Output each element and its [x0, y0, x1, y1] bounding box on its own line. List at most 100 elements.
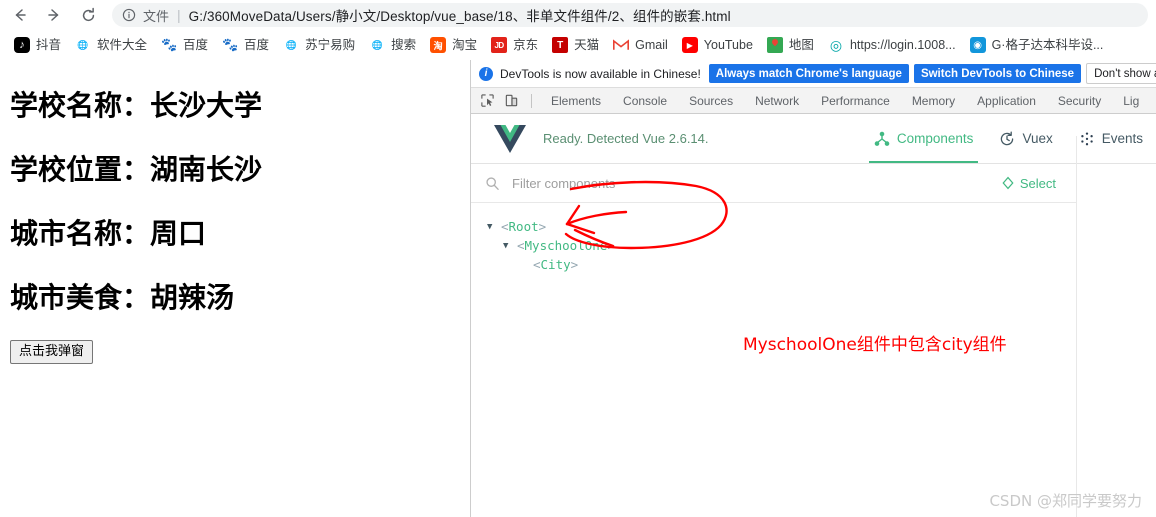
history-clock-icon — [999, 131, 1015, 147]
browser-toolbar: 文件 | G:/360MoveData/Users/静小文/Desktop/vu… — [0, 0, 1156, 30]
bookmark-item[interactable]: 抖音 — [8, 34, 67, 56]
vue-logo-icon — [493, 124, 527, 154]
search-icon — [485, 176, 500, 191]
taobao-favicon: 淘 — [430, 37, 447, 53]
vue-tab-components[interactable]: Components — [861, 114, 987, 163]
info-icon[interactable] — [122, 8, 136, 22]
devtools-panel: i DevTools is now available in Chinese! … — [470, 60, 1156, 517]
tab-application[interactable]: Application — [966, 88, 1047, 113]
bookmark-label: 地图 — [788, 37, 814, 52]
bookmark-label: Gmail — [635, 37, 668, 52]
vue-tab-label: Components — [896, 131, 974, 146]
vue-pane-divider[interactable] — [1076, 136, 1077, 517]
bookmarks-bar: 抖音 🌐 软件大全 🐾 百度 🐾 百度 🌐 苏宁易购 🌐 搜索 淘 淘宝 JD … — [0, 30, 1156, 60]
url-scheme-label: 文件 — [143, 8, 170, 24]
bookmark-label: 京东 — [513, 37, 539, 52]
url-text: G:/360MoveData/Users/静小文/Desktop/vue_bas… — [188, 9, 731, 24]
bookmark-item[interactable]: 🌐 苏宁易购 — [277, 34, 361, 56]
select-component-button[interactable]: Select — [1001, 176, 1056, 191]
always-match-chrome-language-button[interactable]: Always match Chrome's language — [708, 64, 909, 83]
baidu-favicon: 🐾 — [221, 37, 239, 52]
switch-devtools-to-chinese-button[interactable]: Switch DevTools to Chinese — [913, 64, 1082, 83]
youtube-favicon: ▶ — [681, 37, 698, 53]
chevron-down-icon[interactable]: ▼ — [487, 222, 501, 232]
bookmark-item[interactable]: T 天猫 — [546, 34, 605, 56]
reload-icon[interactable] — [74, 1, 102, 29]
bookmark-item[interactable]: 地图 — [761, 34, 820, 56]
bookmark-label: https://login.1008... — [849, 37, 956, 52]
address-bar[interactable]: 文件 | G:/360MoveData/Users/静小文/Desktop/vu… — [112, 3, 1148, 27]
bookmark-label: YouTube — [703, 37, 753, 52]
tree-node-name: City — [540, 257, 571, 272]
bookmark-item[interactable]: ▶ YouTube — [676, 34, 759, 56]
bookmark-item[interactable]: 🌐 搜索 — [363, 34, 422, 56]
vue-tabbar: Components Vuex Events — [861, 114, 1156, 163]
browser-window: 文件 | G:/360MoveData/Users/静小文/Desktop/vu… — [0, 0, 1156, 517]
bookmark-label: 百度 — [183, 37, 209, 52]
banner-message: DevTools is now available in Chinese! — [500, 66, 701, 81]
info-circle-icon: i — [479, 66, 493, 81]
bookmark-item[interactable]: JD 京东 — [485, 34, 544, 56]
vue-devtools-header: Ready. Detected Vue 2.6.14. Components V… — [471, 114, 1156, 164]
bookmark-item[interactable]: 🐾 百度 — [216, 34, 275, 56]
select-label: Select — [1019, 175, 1056, 191]
events-dots-icon — [1079, 131, 1095, 147]
seal-favicon: ◎ — [829, 36, 843, 53]
bookmark-item[interactable]: 🌐 软件大全 — [69, 34, 153, 56]
tmall-favicon: T — [552, 37, 569, 53]
tab-security[interactable]: Security — [1047, 88, 1112, 113]
bookmark-item[interactable]: Gmail — [607, 34, 674, 56]
tab-sources[interactable]: Sources — [678, 88, 744, 113]
target-select-icon — [1001, 176, 1015, 190]
tab-network[interactable]: Network — [744, 88, 810, 113]
globe-favicon: 🌐 — [371, 39, 383, 50]
bookmark-label: 苏宁易购 — [305, 37, 356, 52]
popup-button[interactable]: 点击我弹窗 — [10, 340, 94, 364]
chevron-down-icon[interactable]: ▼ — [503, 241, 517, 251]
bookmark-label: 百度 — [244, 37, 270, 52]
annotation-text: MyschoolOne组件中包含city组件 — [743, 335, 1007, 355]
back-icon[interactable] — [6, 1, 34, 29]
bookmark-item[interactable]: ◉ G·格子达本科毕设... — [964, 34, 1110, 56]
gmail-favicon — [613, 37, 630, 53]
vue-filter-row: Filter components Select — [471, 164, 1076, 203]
school-location-line: 学校位置：湖南长沙 — [10, 153, 263, 186]
school-name-line: 学校名称：长沙大学 — [10, 89, 263, 122]
tab-lighthouse[interactable]: Lig — [1112, 88, 1150, 113]
bookmark-label: 抖音 — [36, 37, 62, 52]
bookmark-label: 淘宝 — [452, 37, 478, 52]
google-maps-favicon — [766, 37, 783, 53]
bookmark-item[interactable]: ◎ https://login.1008... — [822, 34, 962, 56]
jd-favicon: JD — [491, 37, 508, 53]
tree-node-label: <Root> — [501, 219, 547, 234]
gezida-favicon: ◉ — [969, 37, 986, 53]
bookmark-label: 搜索 — [391, 37, 417, 52]
devtools-language-banner: i DevTools is now available in Chinese! … — [471, 60, 1156, 88]
baidu-favicon: 🐾 — [160, 37, 178, 52]
inspect-element-icon[interactable] — [475, 89, 499, 113]
vue-tab-events[interactable]: Events — [1066, 114, 1156, 163]
bookmark-label: G·格子达本科毕设... — [991, 37, 1104, 52]
vue-tab-vuex[interactable]: Vuex — [986, 114, 1065, 163]
tab-memory[interactable]: Memory — [901, 88, 966, 113]
tree-node-name: MyschoolOne — [524, 238, 608, 253]
vue-tab-label: Events — [1101, 131, 1143, 146]
toolbar-divider — [531, 93, 532, 108]
tab-elements[interactable]: Elements — [540, 88, 612, 113]
tab-console[interactable]: Console — [612, 88, 678, 113]
city-name-line: 城市名称：周口 — [10, 217, 207, 250]
tree-node-root[interactable]: ▼ <Root> — [487, 217, 1156, 236]
tree-node-myschoolone[interactable]: ▼ <MyschoolOne> — [487, 236, 1156, 255]
tree-node-label: <MyschoolOne> — [517, 238, 615, 253]
tree-node-city[interactable]: <City> — [487, 255, 1156, 274]
filter-components-input[interactable]: Filter components — [512, 176, 1001, 191]
tab-performance[interactable]: Performance — [810, 88, 901, 113]
page-viewport: 学校名称：长沙大学 学校位置：湖南长沙 城市名称：周口 城市美食：胡辣汤 点击我… — [0, 60, 470, 517]
tree-node-name: Root — [508, 219, 539, 234]
bookmark-item[interactable]: 淘 淘宝 — [424, 34, 483, 56]
forward-icon[interactable] — [40, 1, 68, 29]
bookmark-item[interactable]: 🐾 百度 — [155, 34, 214, 56]
device-toolbar-icon[interactable] — [499, 89, 523, 113]
dont-show-again-button[interactable]: Don't show again — [1086, 63, 1156, 84]
component-tree-icon — [874, 131, 890, 147]
